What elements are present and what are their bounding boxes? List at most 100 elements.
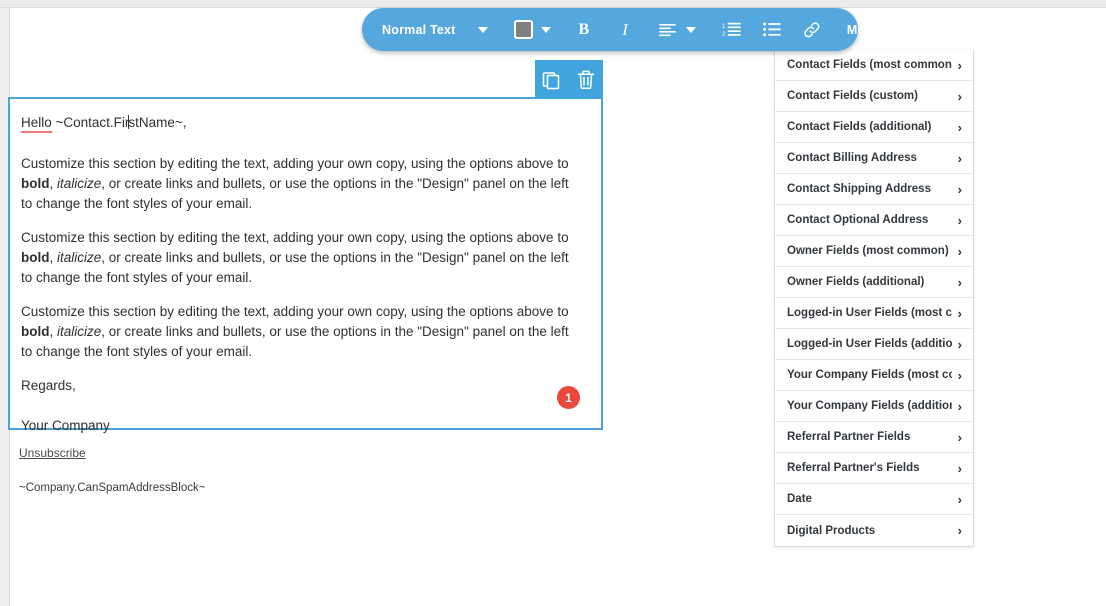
merge-menu-item[interactable]: Logged-in User Fields (additional) › — [775, 329, 973, 360]
link-icon — [803, 21, 821, 38]
chevron-right-icon: › — [957, 274, 962, 290]
paragraph-3-italic: italicize — [57, 324, 102, 339]
chevron-right-icon: › — [957, 491, 962, 507]
merge-menu-item[interactable]: Referral Partner Fields › — [775, 422, 973, 453]
email-signoff: Regards, — [21, 378, 76, 393]
duplicate-icon — [542, 70, 562, 90]
merge-menu-item[interactable]: Contact Fields (additional) › — [775, 112, 973, 143]
paragraph-3-part2: , — [49, 324, 58, 339]
italic-button[interactable]: I — [622, 8, 628, 51]
merge-menu-item-label: Logged-in User Fields (most com.. — [787, 307, 952, 319]
merge-menu-item-label: Date — [787, 493, 812, 505]
text-color-picker[interactable] — [513, 8, 551, 51]
merge-menu-item[interactable]: Contact Fields (most common) › — [775, 50, 973, 81]
duplicate-block-button[interactable] — [539, 67, 565, 93]
italic-label: I — [622, 19, 628, 39]
unsubscribe-link[interactable]: Unsubscribe — [19, 446, 86, 460]
merge-menu-item-label: Contact Shipping Address — [787, 183, 931, 195]
merge-label: Merge — [846, 22, 885, 37]
paragraph-2-part3: , or create links and bullets, or use th… — [21, 250, 569, 285]
chevron-right-icon: › — [957, 398, 962, 414]
svg-text:2: 2 — [722, 32, 726, 37]
merge-menu-item-label: Contact Fields (additional) — [787, 121, 932, 133]
chevron-down-icon — [477, 26, 488, 33]
text-style-dropdown[interactable]: Normal Text — [362, 8, 488, 51]
merge-menu-item-label: Referral Partner Fields — [787, 431, 911, 443]
email-paragraph-2: Customize this section by editing the te… — [21, 228, 579, 288]
merge-menu-item[interactable]: Owner Fields (most common) › — [775, 236, 973, 267]
merge-menu-item[interactable]: Your Company Fields (additional) › — [775, 391, 973, 422]
align-button[interactable] — [659, 8, 696, 51]
email-paragraph-1: Customize this section by editing the te… — [21, 154, 579, 214]
paragraph-1-part1: Customize this section by editing the te… — [21, 156, 569, 171]
merge-menu-item-label: Owner Fields (additional) — [787, 276, 925, 288]
status-badge[interactable]: 1 — [557, 386, 580, 409]
numbered-list-button[interactable]: 1 2 — [722, 8, 741, 51]
paragraph-3-bold: bold — [21, 324, 50, 339]
chevron-down-icon — [685, 26, 696, 33]
color-swatch-icon — [513, 20, 533, 39]
email-text-body[interactable]: Hello ~Contact.FirstName~, Customize thi… — [10, 99, 601, 436]
chevron-right-icon: › — [957, 57, 962, 73]
greeting-word: Hello — [21, 115, 52, 133]
merge-menu-item[interactable]: Digital Products › — [775, 515, 973, 546]
chevron-down-icon — [893, 26, 904, 33]
numbered-list-icon: 1 2 — [722, 22, 741, 37]
format-toolbar: Normal Text B I 1 2 Merge — [362, 8, 904, 51]
merge-menu-item[interactable]: Date › — [775, 484, 973, 515]
merge-fields-dropdown: Contact Fields (most common) › Contact F… — [774, 50, 974, 547]
paragraph-2-italic: italicize — [57, 250, 102, 265]
paragraph-1-part2: , — [49, 176, 58, 191]
email-greeting: Hello ~Contact.FirstName~, — [21, 113, 579, 133]
bold-button[interactable]: B — [579, 8, 590, 51]
chevron-right-icon: › — [957, 88, 962, 104]
chevron-right-icon: › — [957, 367, 962, 383]
greeting-merge-post: stName~, — [128, 115, 187, 130]
merge-menu-item[interactable]: Contact Fields (custom) › — [775, 81, 973, 112]
paragraph-1-italic: italicize — [57, 176, 102, 191]
paragraph-1-part3: , or create links and bullets, or use th… — [21, 176, 569, 211]
align-left-icon — [659, 23, 676, 37]
email-paragraph-3: Customize this section by editing the te… — [21, 302, 579, 362]
merge-menu-item[interactable]: Your Company Fields (most com.. › — [775, 360, 973, 391]
chevron-right-icon: › — [957, 150, 962, 166]
chevron-right-icon: › — [957, 460, 962, 476]
paragraph-1-bold: bold — [21, 176, 50, 191]
canspam-address-merge-tag: ~Company.CanSpamAddressBlock~ — [19, 482, 206, 494]
merge-menu-item-label: Referral Partner's Fields — [787, 462, 920, 474]
chevron-right-icon: › — [957, 429, 962, 445]
email-footer: Unsubscribe ~Company.CanSpamAddressBlock… — [19, 444, 579, 494]
chevron-right-icon: › — [957, 119, 962, 135]
chevron-right-icon: › — [957, 336, 962, 352]
merge-menu-item-label: Contact Fields (most common) — [787, 59, 952, 71]
merge-menu-item[interactable]: Referral Partner's Fields › — [775, 453, 973, 484]
merge-menu-item[interactable]: Contact Shipping Address › — [775, 174, 973, 205]
merge-menu-item[interactable]: Contact Billing Address › — [775, 143, 973, 174]
greeting-merge-pre: ~Contact.Fir — [51, 115, 130, 130]
chevron-down-icon — [540, 26, 551, 33]
email-text-block[interactable]: Hello ~Contact.FirstName~, Customize thi… — [8, 97, 603, 433]
merge-dropdown-button[interactable]: Merge — [847, 8, 904, 51]
svg-text:1: 1 — [722, 24, 726, 30]
bulleted-list-button[interactable] — [762, 8, 781, 51]
paragraph-3-part3: , or create links and bullets, or use th… — [21, 324, 569, 359]
merge-menu-item-label: Contact Billing Address — [787, 152, 917, 164]
paragraph-3-part1: Customize this section by editing the te… — [21, 304, 569, 319]
bulleted-list-icon — [762, 22, 781, 37]
merge-menu-item[interactable]: Owner Fields (additional) › — [775, 267, 973, 298]
delete-block-button[interactable] — [573, 67, 599, 93]
chevron-right-icon: › — [957, 212, 962, 228]
chevron-right-icon: › — [957, 523, 962, 538]
chevron-right-icon: › — [957, 181, 962, 197]
merge-menu-item[interactable]: Contact Optional Address › — [775, 205, 973, 236]
chevron-right-icon: › — [957, 305, 962, 321]
merge-menu-item-label: Logged-in User Fields (additional) — [787, 338, 952, 350]
window-top-strip — [0, 0, 1106, 8]
merge-menu-item-label: Contact Optional Address — [787, 214, 929, 226]
merge-menu-item-label: Your Company Fields (most com.. — [787, 369, 952, 381]
merge-menu-item[interactable]: Logged-in User Fields (most com.. › — [775, 298, 973, 329]
insert-link-button[interactable] — [803, 8, 821, 51]
trash-icon — [577, 70, 595, 90]
email-company-name: Your Company — [21, 418, 110, 433]
chevron-right-icon: › — [957, 243, 962, 259]
